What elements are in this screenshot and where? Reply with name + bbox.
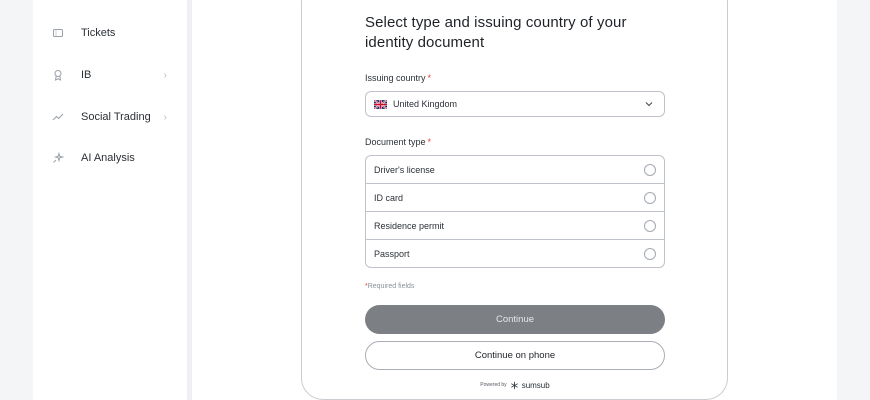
- sumsub-logo-icon: [510, 381, 518, 389]
- sidebar-item-label: Tickets: [81, 27, 116, 39]
- sidebar: Tickets IB › Social Trading › AI Analysi…: [33, 0, 187, 400]
- powered-by: Powered by sumsub: [365, 379, 665, 391]
- sidebar-item-label: IB: [81, 69, 92, 81]
- radio-button[interactable]: [644, 219, 656, 232]
- country-label: Issuing country *: [365, 73, 665, 83]
- trend-icon: [51, 110, 65, 124]
- ticket-icon: [51, 26, 65, 40]
- required-mark: *: [427, 73, 432, 83]
- doc-type-label-text: Document type: [365, 137, 426, 147]
- sidebar-item-social-trading[interactable]: Social Trading ›: [51, 105, 181, 129]
- sidebar-item-ib[interactable]: IB ›: [51, 63, 181, 87]
- radio-button[interactable]: [644, 163, 656, 176]
- doc-option-drivers-license[interactable]: Driver's license: [366, 156, 664, 184]
- doc-option-residence-permit[interactable]: Residence permit: [366, 212, 664, 240]
- radio-button[interactable]: [644, 191, 656, 204]
- country-label-text: Issuing country: [365, 73, 426, 83]
- required-mark: *: [427, 137, 432, 147]
- doc-option-label: ID card: [374, 192, 404, 203]
- doc-type-label: Document type *: [365, 137, 665, 147]
- sidebar-item-ai-analysis[interactable]: AI Analysis: [51, 146, 181, 170]
- doc-option-label: Passport: [374, 248, 410, 259]
- sumsub-brand: sumsub: [521, 380, 550, 390]
- sidebar-item-tickets[interactable]: Tickets: [51, 21, 181, 45]
- radio-button[interactable]: [644, 247, 656, 260]
- sidebar-item-label: AI Analysis: [81, 152, 135, 164]
- page-title: Select type and issuing country of your …: [365, 14, 627, 51]
- verification-card: Select type and issuing country of your …: [301, 0, 728, 400]
- required-fields-note: *Required fields: [365, 283, 665, 290]
- doc-option-label: Residence permit: [374, 220, 445, 231]
- left-gutter: [0, 0, 33, 400]
- doc-option-id-card[interactable]: ID card: [366, 184, 664, 212]
- continue-button[interactable]: Continue: [365, 305, 665, 334]
- sidebar-item-label: Social Trading: [81, 111, 151, 123]
- chevron-down-icon: [645, 102, 653, 107]
- award-icon: [51, 68, 65, 82]
- right-gutter: [837, 0, 870, 400]
- uk-flag-icon: [374, 99, 387, 109]
- required-note-text: Required fields: [367, 283, 415, 290]
- continue-on-phone-button[interactable]: Continue on phone: [365, 341, 665, 370]
- doc-option-label: Driver's license: [374, 164, 435, 175]
- document-type-list: Driver's license ID card Residence permi…: [365, 155, 665, 268]
- country-select-value: United Kingdom: [393, 99, 458, 109]
- powered-by-text: Powered by: [480, 382, 507, 388]
- country-select[interactable]: United Kingdom: [365, 91, 665, 117]
- chevron-right-icon: ›: [163, 69, 167, 81]
- doc-option-passport[interactable]: Passport: [366, 240, 664, 267]
- chevron-right-icon: ›: [163, 111, 167, 123]
- sparkle-icon: [51, 151, 65, 165]
